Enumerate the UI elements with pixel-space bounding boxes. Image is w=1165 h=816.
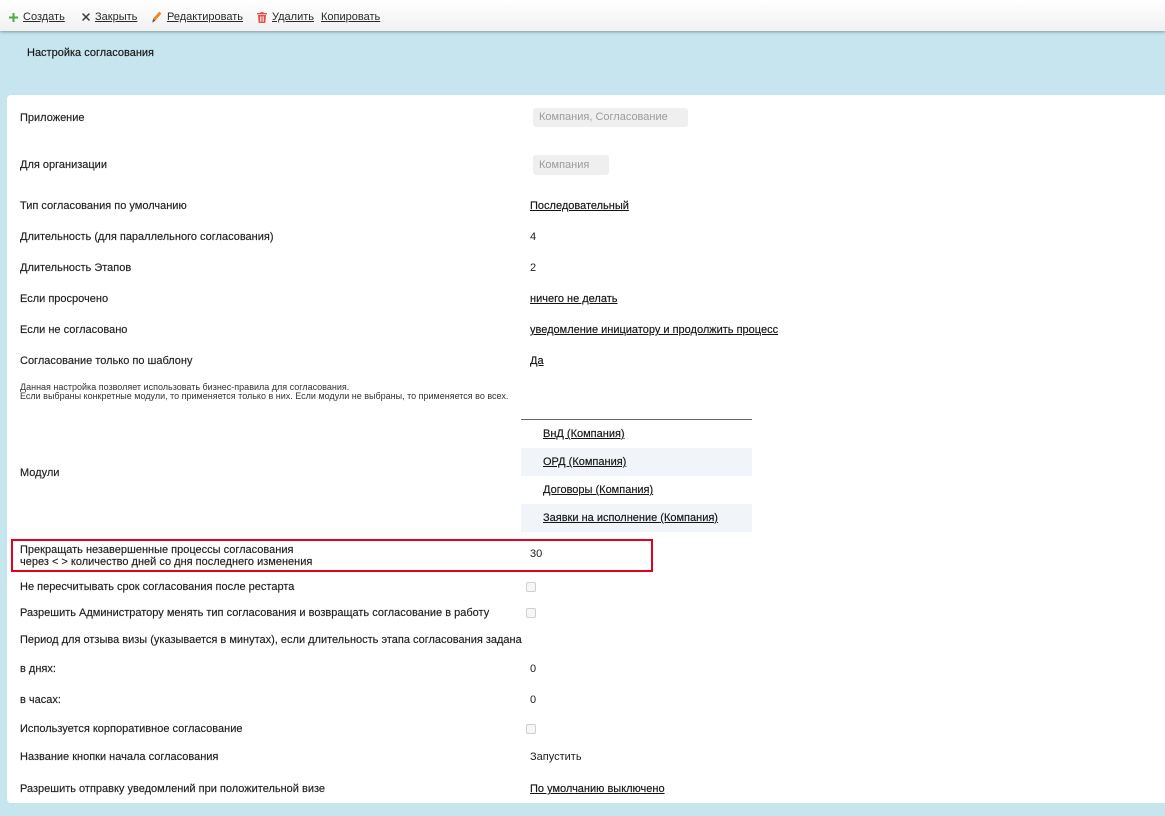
application-label: Приложение — [20, 112, 85, 124]
module-link-vnd[interactable]: ВнД (Компания) — [543, 428, 625, 440]
if-overdue-row: Если просрочено ничего не делать — [7, 291, 1165, 307]
in-hours-row: в часах: 0 — [7, 692, 1165, 708]
page-title: Настройка согласования — [27, 47, 155, 59]
toolbar: Создать Закрыть Редактировать Удалить Ко… — [0, 0, 1165, 31]
stop-unfinished-value: 30 — [530, 548, 543, 560]
if-not-approved-label: Если не согласовано — [20, 324, 128, 336]
default-type-link[interactable]: Последовательный — [530, 198, 629, 214]
delete-button-label: Удалить — [272, 11, 314, 23]
if-overdue-link[interactable]: ничего не делать — [530, 291, 618, 307]
edit-button[interactable]: Редактировать — [152, 9, 243, 25]
default-type-row: Тип согласования по умолчанию Последоват… — [7, 198, 1165, 214]
start-button-name-value: Запустить — [530, 751, 582, 763]
stage-duration-row: Длительность Этапов 2 — [7, 260, 1165, 276]
in-days-value: 0 — [530, 663, 537, 675]
in-hours-value: 0 — [530, 694, 537, 706]
highlight-box: Прекращать незавершенные процессы соглас… — [11, 539, 653, 572]
organization-row: Для организации Компания — [7, 155, 1165, 175]
positive-visa-notifications-link[interactable]: По умолчанию выключено — [530, 781, 665, 797]
application-row: Приложение Компания, Согласование — [7, 108, 1165, 127]
start-button-name-row: Название кнопки начала согласования Запу… — [7, 749, 1165, 765]
in-days-row: в днях: 0 — [7, 661, 1165, 677]
visa-recall-period-label: Период для отзыва визы (указывается в ми… — [20, 634, 522, 646]
admin-change-label: Разрешить Администратору менять тип согл… — [20, 607, 490, 619]
organization-label: Для организации — [20, 159, 107, 171]
application-value: Компания, Согласование — [533, 108, 688, 127]
template-only-link[interactable]: Да — [530, 353, 544, 369]
create-button-label: Создать — [23, 11, 65, 23]
close-button-label: Закрыть — [95, 11, 138, 23]
stage-duration-label: Длительность Этапов — [20, 262, 132, 274]
list-item: Заявки на исполнение (Компания) — [521, 504, 752, 532]
start-button-name-label: Название кнопки начала согласования — [20, 751, 219, 763]
stop-unfinished-label-line1: Прекращать незавершенные процессы соглас… — [20, 544, 294, 556]
create-button[interactable]: Создать — [9, 9, 65, 25]
modules-label: Модули — [20, 467, 60, 479]
modules-list: ВнД (Компания) ОРД (Компания) Договоры (… — [521, 419, 752, 532]
list-item: Договоры (Компания) — [521, 476, 752, 504]
module-link-ord[interactable]: ОРД (Компания) — [543, 456, 626, 468]
delete-button[interactable]: Удалить — [257, 9, 314, 25]
if-not-approved-link[interactable]: уведомление инициатору и продолжить проц… — [530, 322, 778, 338]
plus-icon — [9, 12, 18, 22]
in-days-label: в днях: — [20, 663, 56, 675]
if-overdue-label: Если просрочено — [20, 293, 109, 305]
copy-button[interactable]: Копировать — [321, 9, 380, 25]
settings-form: Приложение Компания, Согласование Для ор… — [7, 95, 1165, 803]
list-item: ВнД (Компания) — [521, 420, 752, 448]
parallel-duration-label: Длительность (для параллельного согласов… — [20, 231, 274, 243]
visa-recall-period-row: Период для отзыва визы (указывается в ми… — [7, 632, 1165, 648]
template-only-row: Согласование только по шаблону Да — [7, 353, 1165, 369]
corporate-approval-label: Используется корпоративное согласование — [20, 723, 243, 735]
stop-unfinished-label: Прекращать незавершенные процессы соглас… — [20, 544, 312, 568]
close-icon — [82, 13, 90, 21]
close-button[interactable]: Закрыть — [82, 9, 137, 25]
parallel-duration-row: Длительность (для параллельного согласов… — [7, 229, 1165, 245]
positive-visa-notifications-label: Разрешить отправку уведомлений при полож… — [20, 783, 326, 795]
no-recalc-row: Не пересчитывать срок согласования после… — [7, 579, 1165, 595]
no-recalc-label: Не пересчитывать срок согласования после… — [20, 581, 295, 593]
in-hours-label: в часах: — [20, 694, 61, 706]
page-header: Настройка согласования — [0, 31, 1165, 95]
positive-visa-notifications-row: Разрешить отправку уведомлений при полож… — [7, 781, 1165, 797]
no-recalc-checkbox[interactable] — [526, 582, 536, 592]
admin-change-row: Разрешить Администратору менять тип согл… — [7, 605, 1165, 621]
trash-icon — [257, 11, 267, 23]
edit-button-label: Редактировать — [167, 11, 243, 23]
module-link-contracts[interactable]: Договоры (Компания) — [543, 484, 653, 496]
stop-unfinished-label-line2: через < > количество дней со дня последн… — [20, 556, 313, 568]
admin-change-checkbox[interactable] — [526, 608, 536, 618]
pencil-icon — [152, 11, 162, 23]
list-item: ОРД (Компания) — [521, 448, 752, 476]
template-only-label: Согласование только по шаблону — [20, 355, 193, 367]
copy-button-label: Копировать — [321, 11, 381, 23]
corporate-approval-row: Используется корпоративное согласование — [7, 721, 1165, 737]
stage-duration-value: 2 — [530, 262, 537, 274]
module-link-requests[interactable]: Заявки на исполнение (Компания) — [543, 512, 718, 524]
corporate-approval-checkbox[interactable] — [526, 724, 536, 734]
modules-note-line2: Если выбраны конкретные модули, то приме… — [20, 391, 509, 401]
default-type-label: Тип согласования по умолчанию — [20, 200, 187, 212]
modules-note: Данная настройка позволяет использовать … — [20, 383, 508, 401]
parallel-duration-value: 4 — [530, 231, 537, 243]
organization-value: Компания — [533, 155, 610, 175]
if-not-approved-row: Если не согласовано уведомление инициато… — [7, 322, 1165, 338]
